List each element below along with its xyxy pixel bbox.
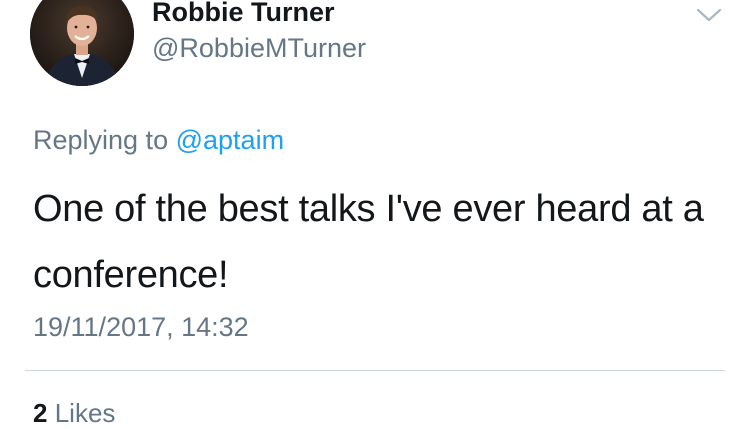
- author-name[interactable]: Robbie Turner: [152, 0, 335, 28]
- tweet-timestamp: 19/11/2017, 14:32: [33, 312, 249, 342]
- chevron-down-icon[interactable]: [694, 4, 724, 26]
- avatar-photo: [30, 0, 134, 86]
- replying-to: Replying to @aptaim: [33, 125, 284, 156]
- replying-to-prefix: Replying to: [33, 125, 169, 155]
- author-handle[interactable]: @RobbieMTurner: [152, 33, 366, 64]
- likes-count: 2: [33, 398, 48, 428]
- divider: [25, 370, 725, 371]
- likes-stat[interactable]: 2 Likes: [33, 398, 115, 429]
- likes-label: Likes: [54, 398, 116, 428]
- mention-link[interactable]: @aptaim: [176, 125, 284, 155]
- tweet-text: One of the best talks I've ever heard at…: [33, 188, 704, 296]
- avatar[interactable]: [30, 0, 134, 86]
